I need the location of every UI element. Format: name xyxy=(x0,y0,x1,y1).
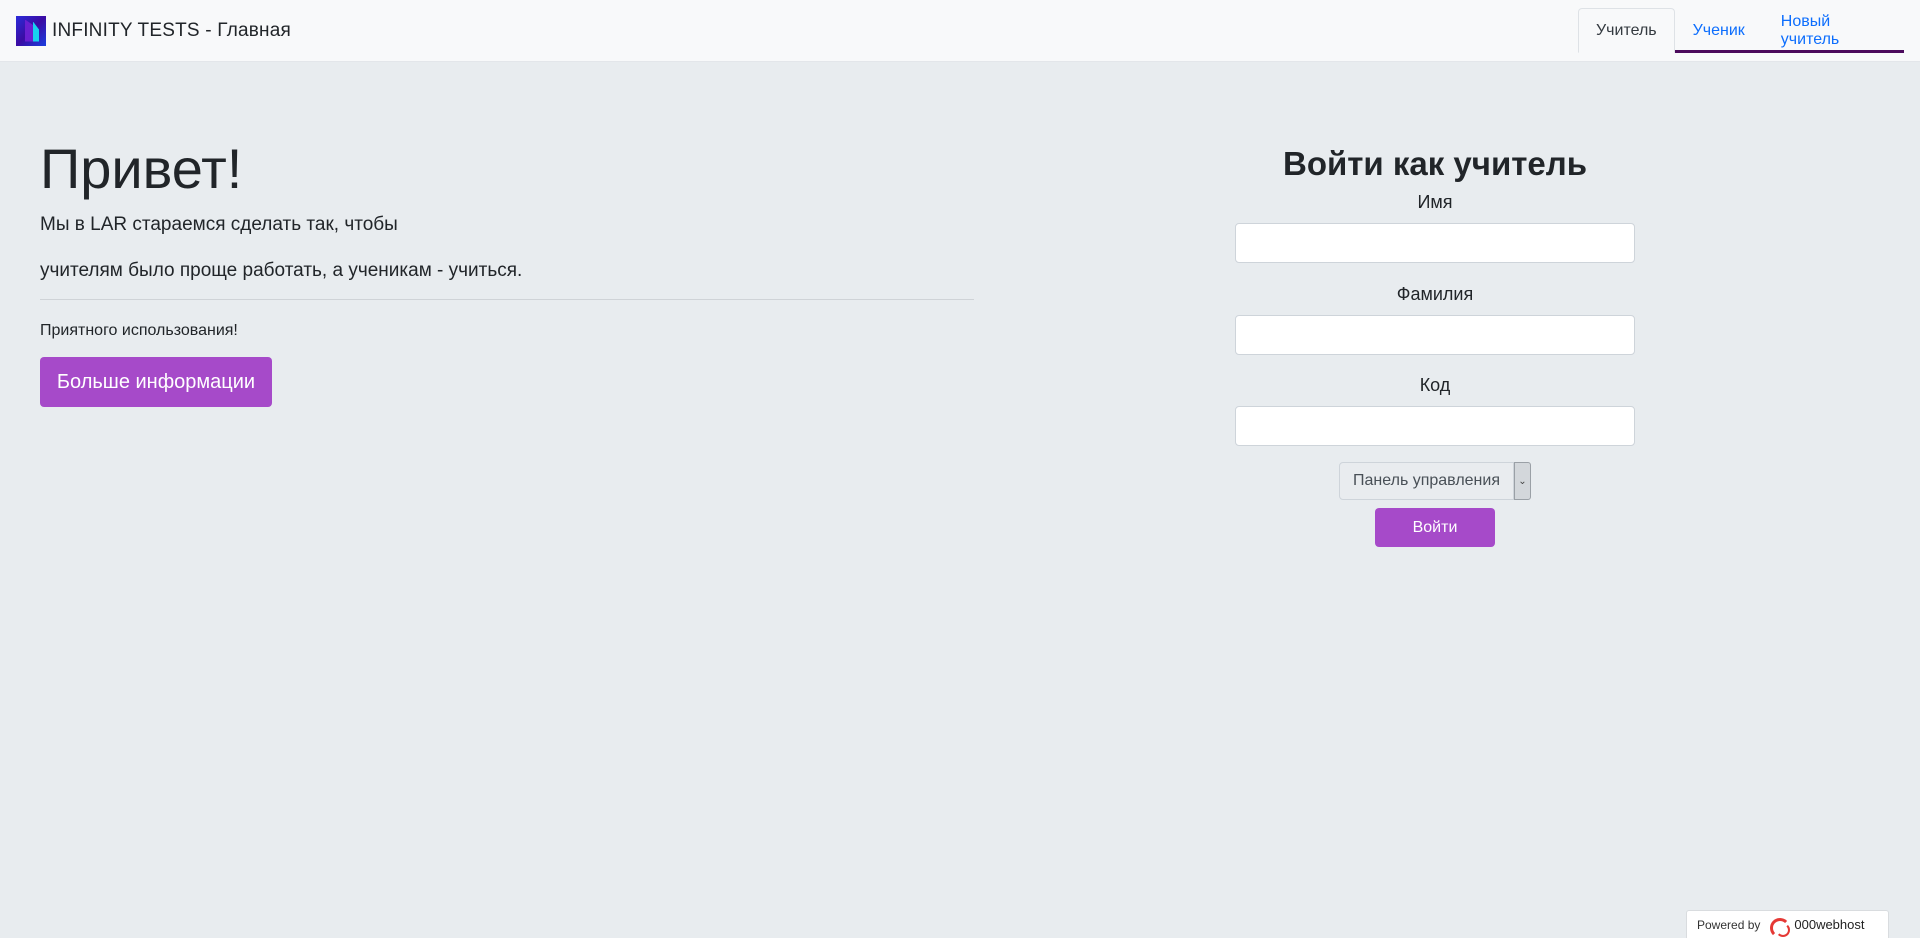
hero-divider xyxy=(40,299,974,300)
surname-field[interactable] xyxy=(1235,315,1635,355)
powered-by-label: Powered by xyxy=(1697,917,1761,932)
chevron-down-icon[interactable]: ⌄ xyxy=(1514,462,1531,500)
brand-title: INFINITY TESTS - Главная xyxy=(52,19,291,41)
tab-new-teacher[interactable]: Новый учитель xyxy=(1763,8,1904,53)
name-field[interactable] xyxy=(1235,223,1635,263)
hero-title: Привет! xyxy=(40,137,243,200)
nav-tabs: Учитель Ученик Новый учитель xyxy=(1578,8,1904,53)
powered-by-badge[interactable]: Powered by 000webhost xyxy=(1686,910,1889,938)
name-label: Имя xyxy=(1417,192,1453,212)
tab-teacher[interactable]: Учитель xyxy=(1578,8,1675,53)
login-button[interactable]: Войти xyxy=(1375,508,1495,547)
code-field[interactable] xyxy=(1235,406,1635,446)
hero-note: Приятного использования! xyxy=(40,322,238,339)
000webhost-logo-icon xyxy=(1768,917,1791,938)
surname-label: Фамилия xyxy=(1396,284,1474,304)
login-title: Войти как учитель xyxy=(1282,145,1587,182)
more-info-button[interactable]: Больше информации xyxy=(40,357,272,407)
hero-lead-line1: Мы в LAR стараемся сделать так, чтобы xyxy=(40,214,398,235)
hero-lead-line2: учителям было проще работать, а ученикам… xyxy=(40,260,523,281)
code-label: Код xyxy=(1419,375,1451,395)
infinity-tests-logo-icon xyxy=(16,15,46,46)
destination-select[interactable]: Панель управления ⌄ xyxy=(1339,462,1531,500)
brand-link[interactable]: INFINITY TESTS - Главная xyxy=(16,15,291,46)
navbar: INFINITY TESTS - Главная Учитель Ученик … xyxy=(0,0,1920,62)
host-name: 000webhost xyxy=(1794,917,1865,932)
destination-select-value[interactable]: Панель управления xyxy=(1339,462,1514,500)
tab-student[interactable]: Ученик xyxy=(1675,8,1763,53)
